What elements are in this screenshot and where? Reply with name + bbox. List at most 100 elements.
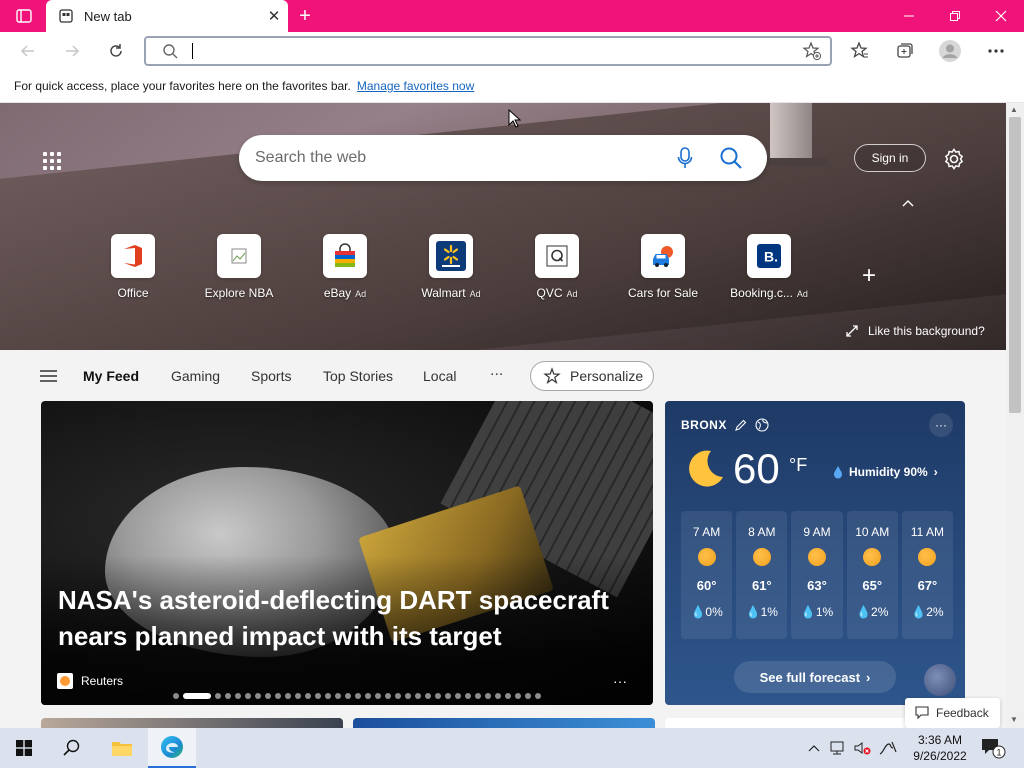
tab-sports[interactable]: Sports xyxy=(251,368,291,384)
carousel-dot[interactable] xyxy=(173,693,179,699)
carousel-dot[interactable] xyxy=(385,693,391,699)
carousel-dot[interactable] xyxy=(425,693,431,699)
page-settings-icon[interactable] xyxy=(942,147,966,176)
carousel-indicator[interactable] xyxy=(173,693,541,699)
weather-more-icon[interactable]: ··· xyxy=(929,413,953,437)
manage-favorites-link[interactable]: Manage favorites now xyxy=(357,79,474,93)
action-center-icon[interactable]: 1 xyxy=(980,737,1006,764)
quick-link-office[interactable]: Office xyxy=(88,234,178,300)
tab-gaming[interactable]: Gaming xyxy=(171,368,220,384)
globe-icon[interactable] xyxy=(755,418,769,432)
carousel-dot[interactable] xyxy=(535,693,541,699)
story-headline[interactable]: NASA's asteroid-deflecting DART spacecra… xyxy=(58,582,638,654)
carousel-dot[interactable] xyxy=(183,693,211,699)
carousel-dot[interactable] xyxy=(475,693,481,699)
feedback-button[interactable]: Feedback xyxy=(905,698,1000,728)
news-card-peek[interactable] xyxy=(353,718,655,728)
search-icon[interactable] xyxy=(719,146,743,175)
file-explorer-button[interactable] xyxy=(98,728,146,768)
story-more-icon[interactable]: ··· xyxy=(613,673,627,689)
carousel-dot[interactable] xyxy=(215,693,221,699)
news-card-peek[interactable] xyxy=(41,718,343,728)
carousel-dot[interactable] xyxy=(295,693,301,699)
humidity-link[interactable]: Humidity 90% › xyxy=(833,465,938,479)
carousel-dot[interactable] xyxy=(275,693,281,699)
carousel-dot[interactable] xyxy=(315,693,321,699)
app-launcher-button[interactable] xyxy=(38,147,66,175)
carousel-dot[interactable] xyxy=(375,693,381,699)
refresh-button[interactable] xyxy=(100,36,132,66)
web-search-input[interactable] xyxy=(255,147,655,169)
carousel-dot[interactable] xyxy=(325,693,331,699)
clock[interactable]: 3:36 AM 9/26/2022 xyxy=(904,732,976,764)
collections-button[interactable] xyxy=(888,36,920,66)
add-favorite-icon[interactable] xyxy=(802,41,822,66)
volume-muted-icon[interactable] xyxy=(852,738,872,758)
tab-actions-button[interactable] xyxy=(8,6,40,26)
quick-link-booking[interactable]: B. Booking.c... Ad xyxy=(724,234,814,300)
like-background-button[interactable]: Like this background? xyxy=(846,324,985,338)
scroll-up-icon[interactable]: ▲ xyxy=(1010,105,1018,114)
show-hidden-icons-chevron-icon[interactable] xyxy=(806,738,822,758)
carousel-dot[interactable] xyxy=(335,693,341,699)
sign-in-button[interactable]: Sign in xyxy=(854,144,926,172)
carousel-dot[interactable] xyxy=(525,693,531,699)
carousel-dot[interactable] xyxy=(345,693,351,699)
menu-icon[interactable] xyxy=(40,369,58,387)
hourly-item[interactable]: 11 AM 67° 💧2% xyxy=(901,511,954,639)
carousel-dot[interactable] xyxy=(405,693,411,699)
carousel-dot[interactable] xyxy=(465,693,471,699)
more-tabs-button[interactable]: ... xyxy=(490,362,503,380)
carousel-dot[interactable] xyxy=(455,693,461,699)
temperature-unit[interactable]: °F xyxy=(789,455,807,476)
carousel-dot[interactable] xyxy=(245,693,251,699)
tab-new-tab[interactable]: New tab ✕ xyxy=(46,0,288,32)
carousel-dot[interactable] xyxy=(395,693,401,699)
edit-pencil-icon[interactable] xyxy=(734,419,747,431)
carousel-dot[interactable] xyxy=(225,693,231,699)
carousel-dot[interactable] xyxy=(265,693,271,699)
hourly-item[interactable]: 9 AM 63° 💧1% xyxy=(791,511,843,639)
microphone-icon[interactable] xyxy=(677,147,693,174)
carousel-dot[interactable] xyxy=(505,693,511,699)
quick-link-ebay[interactable]: eBay Ad xyxy=(300,234,390,300)
settings-and-more-button[interactable] xyxy=(980,36,1012,66)
start-button[interactable] xyxy=(0,728,48,768)
back-button[interactable] xyxy=(12,36,44,66)
carousel-dot[interactable] xyxy=(485,693,491,699)
personalize-button[interactable]: Personalize xyxy=(530,361,654,391)
close-window-button[interactable] xyxy=(978,0,1024,32)
carousel-dot[interactable] xyxy=(365,693,371,699)
carousel-dot[interactable] xyxy=(355,693,361,699)
pen-workspace-icon[interactable] xyxy=(876,738,900,758)
carousel-dot[interactable] xyxy=(495,693,501,699)
weather-map-thumbnail[interactable] xyxy=(924,664,956,696)
see-full-forecast-button[interactable]: See full forecast › xyxy=(734,661,896,693)
quick-link-cars-for-sale[interactable]: Cars for Sale xyxy=(618,234,708,300)
address-input[interactable] xyxy=(190,41,750,61)
favorites-button[interactable] xyxy=(844,36,876,66)
scrollbar-thumb[interactable] xyxy=(1009,117,1021,413)
hourly-item[interactable]: 8 AM 61° 💧1% xyxy=(736,511,788,639)
carousel-dot[interactable] xyxy=(435,693,441,699)
top-story-card[interactable]: NASA's asteroid-deflecting DART spacecra… xyxy=(41,401,653,705)
close-tab-icon[interactable]: ✕ xyxy=(260,2,288,30)
carousel-dot[interactable] xyxy=(305,693,311,699)
tab-local[interactable]: Local xyxy=(423,368,456,384)
search-button[interactable] xyxy=(48,728,96,768)
scroll-down-icon[interactable]: ▼ xyxy=(1010,715,1018,724)
carousel-dot[interactable] xyxy=(255,693,261,699)
weather-card[interactable]: BRONX ··· 60 °F Humidity 90% › 7 AM 60° … xyxy=(665,401,965,705)
page-scrollbar[interactable]: ▲ ▼ xyxy=(1006,103,1024,728)
restore-button[interactable] xyxy=(932,0,978,32)
carousel-dot[interactable] xyxy=(445,693,451,699)
forward-button[interactable] xyxy=(56,36,88,66)
quick-link-walmart[interactable]: Walmart Ad xyxy=(406,234,496,300)
edge-taskbar-button[interactable] xyxy=(148,728,196,768)
add-quick-link-button[interactable]: + xyxy=(862,262,876,290)
hourly-item[interactable]: 10 AM 65° 💧2% xyxy=(846,511,898,639)
carousel-dot[interactable] xyxy=(235,693,241,699)
profile-button[interactable] xyxy=(934,36,966,66)
quick-link-qvc[interactable]: QVC Ad xyxy=(512,234,602,300)
network-icon[interactable] xyxy=(828,738,848,758)
